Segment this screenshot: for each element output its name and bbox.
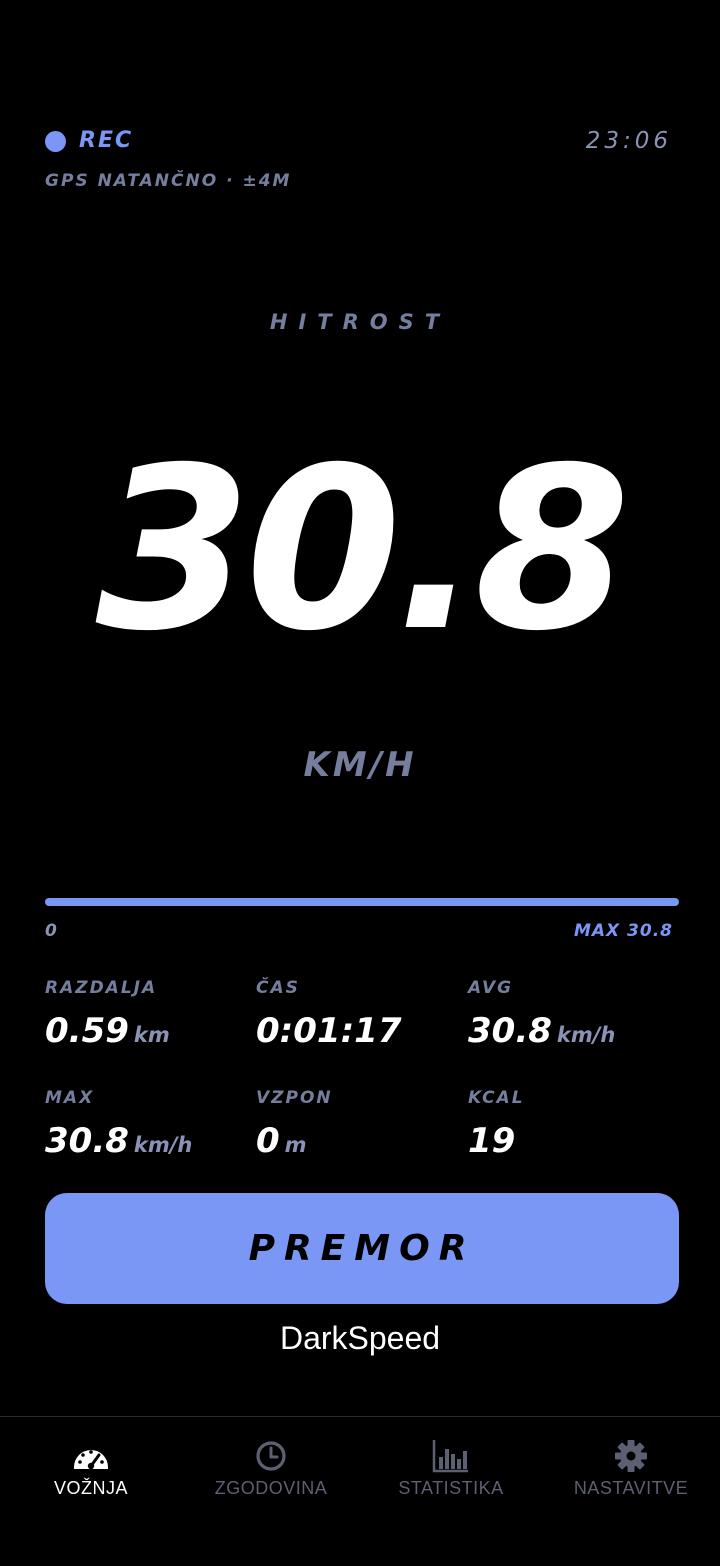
stat-value: 30.8 <box>468 1011 552 1051</box>
tab-label: STATISTIKA <box>398 1478 504 1498</box>
tab-label: ZGODOVINA <box>214 1478 328 1498</box>
stat-unit: m <box>284 1133 307 1157</box>
stat-elevation: VZPON 0m <box>256 1087 456 1169</box>
bottom-tab-bar: VOŽNJA ZGODOVINA STATISTIKA NASTAVITVE <box>0 1416 720 1566</box>
stat-label: KCAL <box>468 1088 525 1108</box>
clock-time: 23:06 <box>585 128 672 154</box>
stat-label: VZPON <box>256 1088 333 1108</box>
stat-value: 0:01:17 <box>256 1011 402 1051</box>
stat-time: ČAS 0:01:17 <box>256 977 456 1059</box>
stat-kcal: KCAL 19 <box>468 1087 668 1169</box>
stat-value: 0 <box>256 1121 280 1161</box>
tab-history[interactable]: ZGODOVINA <box>181 1417 361 1527</box>
bar-max-label: MAX 30.8 <box>573 921 673 941</box>
app-name: DarkSpeed <box>279 1320 441 1356</box>
stat-label: ČAS <box>256 978 300 998</box>
speedometer-icon <box>74 1450 108 1470</box>
speed-progress-bar <box>45 898 679 906</box>
clock-icon <box>256 1441 286 1471</box>
stat-value: 0.59 <box>45 1011 129 1051</box>
stat-unit: km <box>133 1023 170 1047</box>
tab-statistics[interactable]: STATISTIKA <box>361 1417 541 1527</box>
stat-distance: RAZDALJA 0.59 km <box>45 977 245 1059</box>
tab-ride[interactable]: VOŽNJA <box>1 1417 181 1527</box>
tab-label: NASTAVITVE <box>573 1478 689 1498</box>
bar-min-label: 0 <box>45 921 57 941</box>
stat-label: AVG <box>468 978 514 998</box>
stat-value: 19 <box>468 1121 516 1161</box>
stat-max: MAX 30.8 km/h <box>45 1087 245 1169</box>
bar-chart-icon <box>432 1440 468 1473</box>
stat-avg: AVG 30.8 km/h <box>468 977 668 1059</box>
stat-unit: km/h <box>556 1023 616 1047</box>
speed-label: HITROST <box>269 310 451 334</box>
stat-label: MAX <box>45 1088 95 1108</box>
tab-label: VOŽNJA <box>53 1478 128 1498</box>
status-row: REC 23:06 <box>45 128 672 158</box>
pause-button[interactable]: PREMOR <box>45 1193 679 1304</box>
tab-settings[interactable]: NASTAVITVE <box>541 1417 720 1527</box>
rec-label: REC <box>79 128 134 153</box>
gear-icon <box>615 1440 647 1472</box>
stat-value: 30.8 <box>45 1121 129 1161</box>
stat-unit: km/h <box>133 1133 193 1157</box>
gps-accuracy: GPS NATANČNO · ±4M <box>45 171 292 191</box>
speed-unit: KM/H <box>303 745 417 785</box>
stat-label: RAZDALJA <box>45 978 158 998</box>
speed-value: 30.8 <box>95 419 631 680</box>
recording-indicator-icon <box>45 131 66 152</box>
